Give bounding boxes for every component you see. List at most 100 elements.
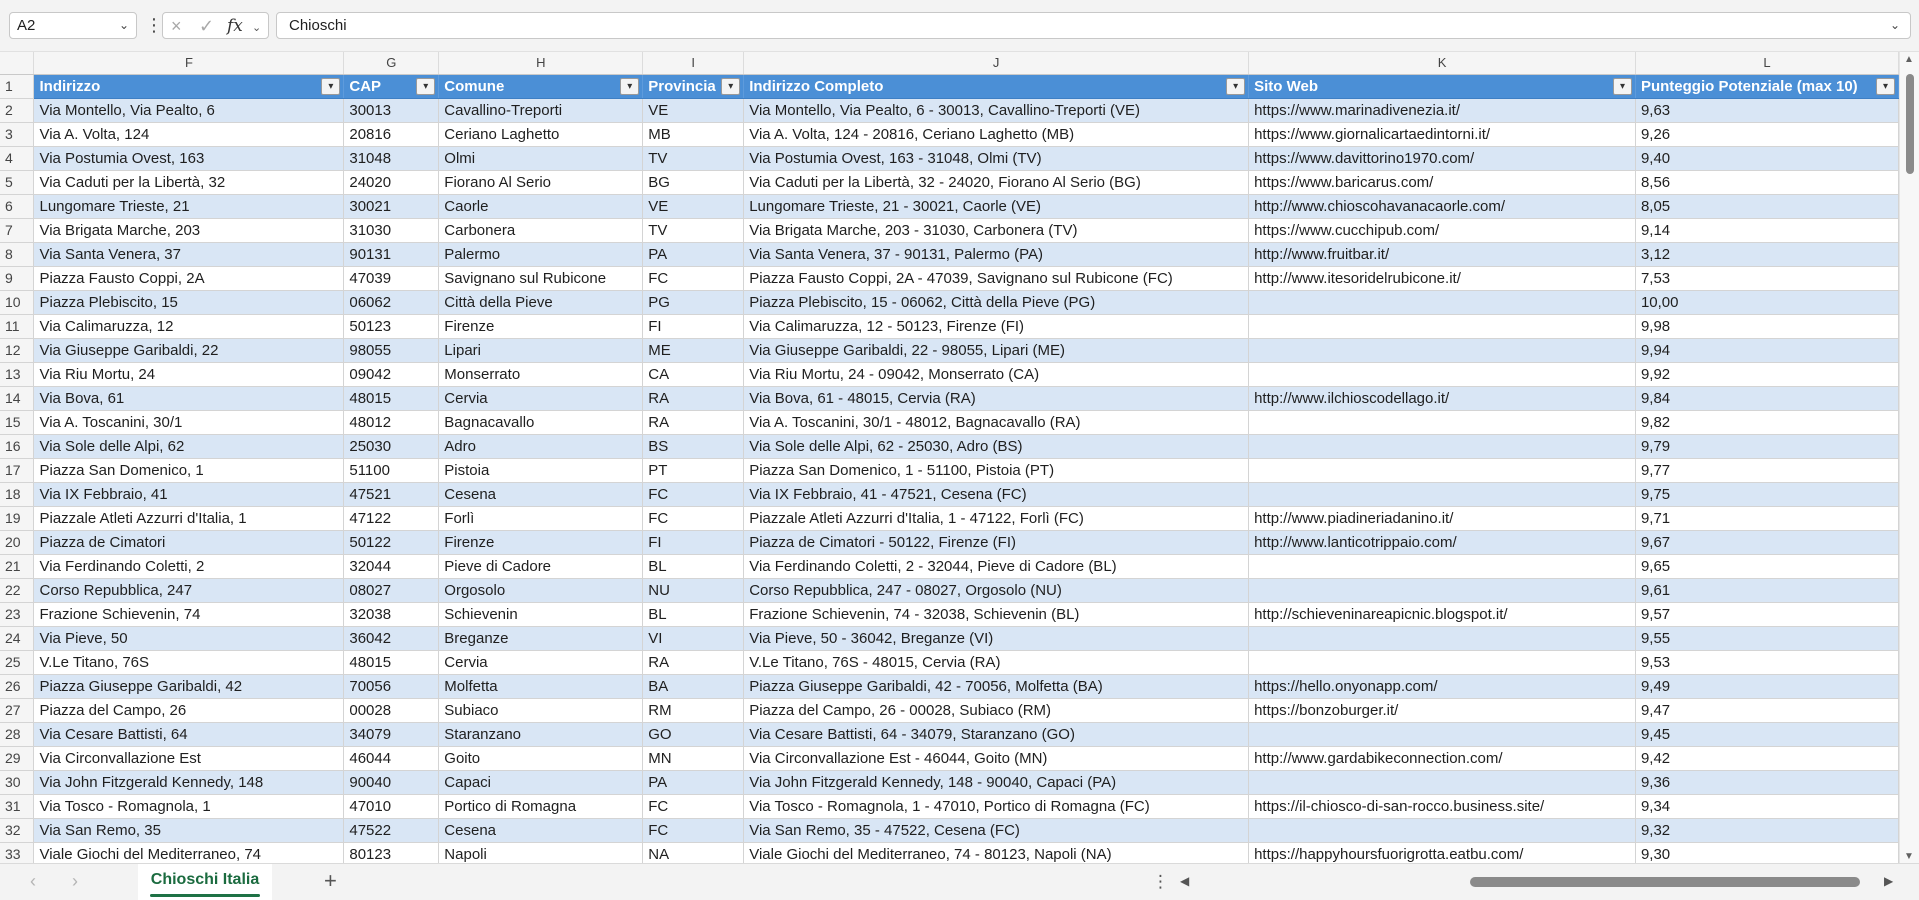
cell[interactable]: Via Brigata Marche, 203 - 31030, Carbone… xyxy=(743,218,1250,243)
row-header[interactable]: 33 xyxy=(0,842,35,863)
cell[interactable]: Bagnacavallo xyxy=(438,410,644,435)
cell[interactable]: PA xyxy=(642,770,745,795)
cell[interactable]: Piazza San Domenico, 1 xyxy=(33,458,345,483)
cell[interactable]: 47522 xyxy=(343,818,440,843)
cell[interactable]: Napoli xyxy=(438,842,644,863)
cell[interactable]: Lungomare Trieste, 21 - 30021, Caorle (V… xyxy=(743,194,1250,219)
cell[interactable]: Via San Remo, 35 - 47522, Cesena (FC) xyxy=(743,818,1250,843)
cell[interactable]: Via Bova, 61 - 48015, Cervia (RA) xyxy=(743,386,1250,411)
cell[interactable]: Staranzano xyxy=(438,722,644,747)
cell[interactable]: 90131 xyxy=(343,242,440,267)
filter-dropdown-icon[interactable]: ▾ xyxy=(721,77,741,95)
cell[interactable]: Pistoia xyxy=(438,458,644,483)
scroll-right-icon[interactable]: ▶ xyxy=(1884,874,1893,888)
cell[interactable]: 9,71 xyxy=(1635,506,1899,531)
row-header[interactable]: 22 xyxy=(0,578,35,603)
cell[interactable]: Piazzale Atleti Azzurri d'Italia, 1 xyxy=(33,506,345,531)
cell[interactable]: V.Le Titano, 76S xyxy=(33,650,345,675)
cell[interactable]: 9,84 xyxy=(1635,386,1899,411)
cell[interactable]: Via Santa Venera, 37 xyxy=(33,242,345,267)
cell[interactable]: FI xyxy=(642,314,745,339)
cell[interactable]: Piazzale Atleti Azzurri d'Italia, 1 - 47… xyxy=(743,506,1250,531)
row-header[interactable]: 2 xyxy=(0,98,35,123)
row-header[interactable]: 27 xyxy=(0,698,35,723)
cell[interactable]: 09042 xyxy=(343,362,440,387)
cell[interactable]: Piazza de Cimatori - 50122, Firenze (FI) xyxy=(743,530,1250,555)
cell[interactable]: 47010 xyxy=(343,794,440,819)
cell[interactable] xyxy=(1248,722,1636,747)
cell[interactable]: Via John Fitzgerald Kennedy, 148 xyxy=(33,770,345,795)
row-header[interactable]: 14 xyxy=(0,386,35,411)
cell[interactable]: PA xyxy=(642,242,745,267)
cell[interactable]: 9,34 xyxy=(1635,794,1899,819)
row-header[interactable]: 18 xyxy=(0,482,35,507)
cell[interactable]: 9,61 xyxy=(1635,578,1899,603)
cell[interactable]: 31048 xyxy=(343,146,440,171)
cell[interactable]: RA xyxy=(642,386,745,411)
cell[interactable]: Via Montello, Via Pealto, 6 xyxy=(33,98,345,123)
column-header-l[interactable]: L xyxy=(1635,52,1899,75)
cell[interactable]: Via Sole delle Alpi, 62 xyxy=(33,434,345,459)
cell[interactable]: Via Pieve, 50 - 36042, Breganze (VI) xyxy=(743,626,1250,651)
cell[interactable] xyxy=(1248,458,1636,483)
column-header-g[interactable]: G xyxy=(343,52,440,75)
name-box[interactable]: A2 ⌄ xyxy=(9,12,137,39)
cell[interactable]: Cesena xyxy=(438,818,644,843)
row-header[interactable]: 7 xyxy=(0,218,35,243)
cell[interactable] xyxy=(1248,410,1636,435)
vertical-scrollbar[interactable]: ▲ ▼ xyxy=(1899,52,1919,863)
cell[interactable]: http://www.gardabikeconnection.com/ xyxy=(1248,746,1636,771)
row-header[interactable]: 5 xyxy=(0,170,35,195)
cell[interactable]: https://happyhoursfuorigrotta.eatbu.com/ xyxy=(1248,842,1636,863)
cell[interactable] xyxy=(1248,482,1636,507)
cell[interactable]: NA xyxy=(642,842,745,863)
cell[interactable]: MN xyxy=(642,746,745,771)
row-header[interactable]: 10 xyxy=(0,290,35,315)
cell[interactable]: 24020 xyxy=(343,170,440,195)
formula-input[interactable]: Chioschi ⌄ xyxy=(276,12,1911,39)
cell[interactable]: FC xyxy=(642,818,745,843)
row-header[interactable]: 15 xyxy=(0,410,35,435)
cell[interactable]: https://bonzoburger.it/ xyxy=(1248,698,1636,723)
row-header[interactable]: 29 xyxy=(0,746,35,771)
scroll-down-icon[interactable]: ▼ xyxy=(1904,851,1914,862)
filter-dropdown-icon[interactable]: ▾ xyxy=(620,77,640,95)
cell[interactable]: Piazza Fausto Coppi, 2A - 47039, Savigna… xyxy=(743,266,1250,291)
cell[interactable]: http://www.itesoridelrubicone.it/ xyxy=(1248,266,1636,291)
cell[interactable]: Via Montello, Via Pealto, 6 - 30013, Cav… xyxy=(743,98,1250,123)
cell[interactable]: Via Riu Mortu, 24 xyxy=(33,362,345,387)
cell[interactable]: Via Tosco - Romagnola, 1 - 47010, Portic… xyxy=(743,794,1250,819)
cell[interactable]: https://www.baricarus.com/ xyxy=(1248,170,1636,195)
cell[interactable]: 7,53 xyxy=(1635,266,1899,291)
cell[interactable] xyxy=(1248,770,1636,795)
row-header[interactable]: 12 xyxy=(0,338,35,363)
row-header[interactable]: 24 xyxy=(0,626,35,651)
filter-dropdown-icon[interactable]: ▾ xyxy=(1876,77,1895,95)
table-header-cell[interactable]: Comune ▾ xyxy=(438,74,644,99)
cell[interactable]: Savignano sul Rubicone xyxy=(438,266,644,291)
cell[interactable]: BL xyxy=(642,554,745,579)
horizontal-scrollbar[interactable] xyxy=(1200,877,1880,887)
select-all-corner[interactable] xyxy=(0,52,35,75)
cell[interactable]: ME xyxy=(642,338,745,363)
filter-dropdown-icon[interactable]: ▾ xyxy=(1226,77,1246,95)
cell[interactable]: 9,55 xyxy=(1635,626,1899,651)
cell[interactable]: Via Caduti per la Libertà, 32 - 24020, F… xyxy=(743,170,1250,195)
cell[interactable] xyxy=(1248,626,1636,651)
cell[interactable]: Via Cesare Battisti, 64 xyxy=(33,722,345,747)
cell[interactable]: 06062 xyxy=(343,290,440,315)
cell[interactable] xyxy=(1248,290,1636,315)
cell[interactable]: Piazza Giuseppe Garibaldi, 42 - 70056, M… xyxy=(743,674,1250,699)
cell[interactable]: 34079 xyxy=(343,722,440,747)
cell[interactable]: TV xyxy=(642,218,745,243)
cell[interactable]: https://hello.onyonapp.com/ xyxy=(1248,674,1636,699)
cell[interactable]: 9,65 xyxy=(1635,554,1899,579)
filter-dropdown-icon[interactable]: ▾ xyxy=(416,77,436,95)
cell[interactable] xyxy=(1248,578,1636,603)
cell[interactable]: http://www.lanticotrippaio.com/ xyxy=(1248,530,1636,555)
cell[interactable]: 32044 xyxy=(343,554,440,579)
check-icon[interactable]: ✓ xyxy=(199,15,214,37)
plus-icon[interactable]: + xyxy=(324,868,337,894)
cell[interactable]: 9,26 xyxy=(1635,122,1899,147)
cell[interactable]: Via Pieve, 50 xyxy=(33,626,345,651)
